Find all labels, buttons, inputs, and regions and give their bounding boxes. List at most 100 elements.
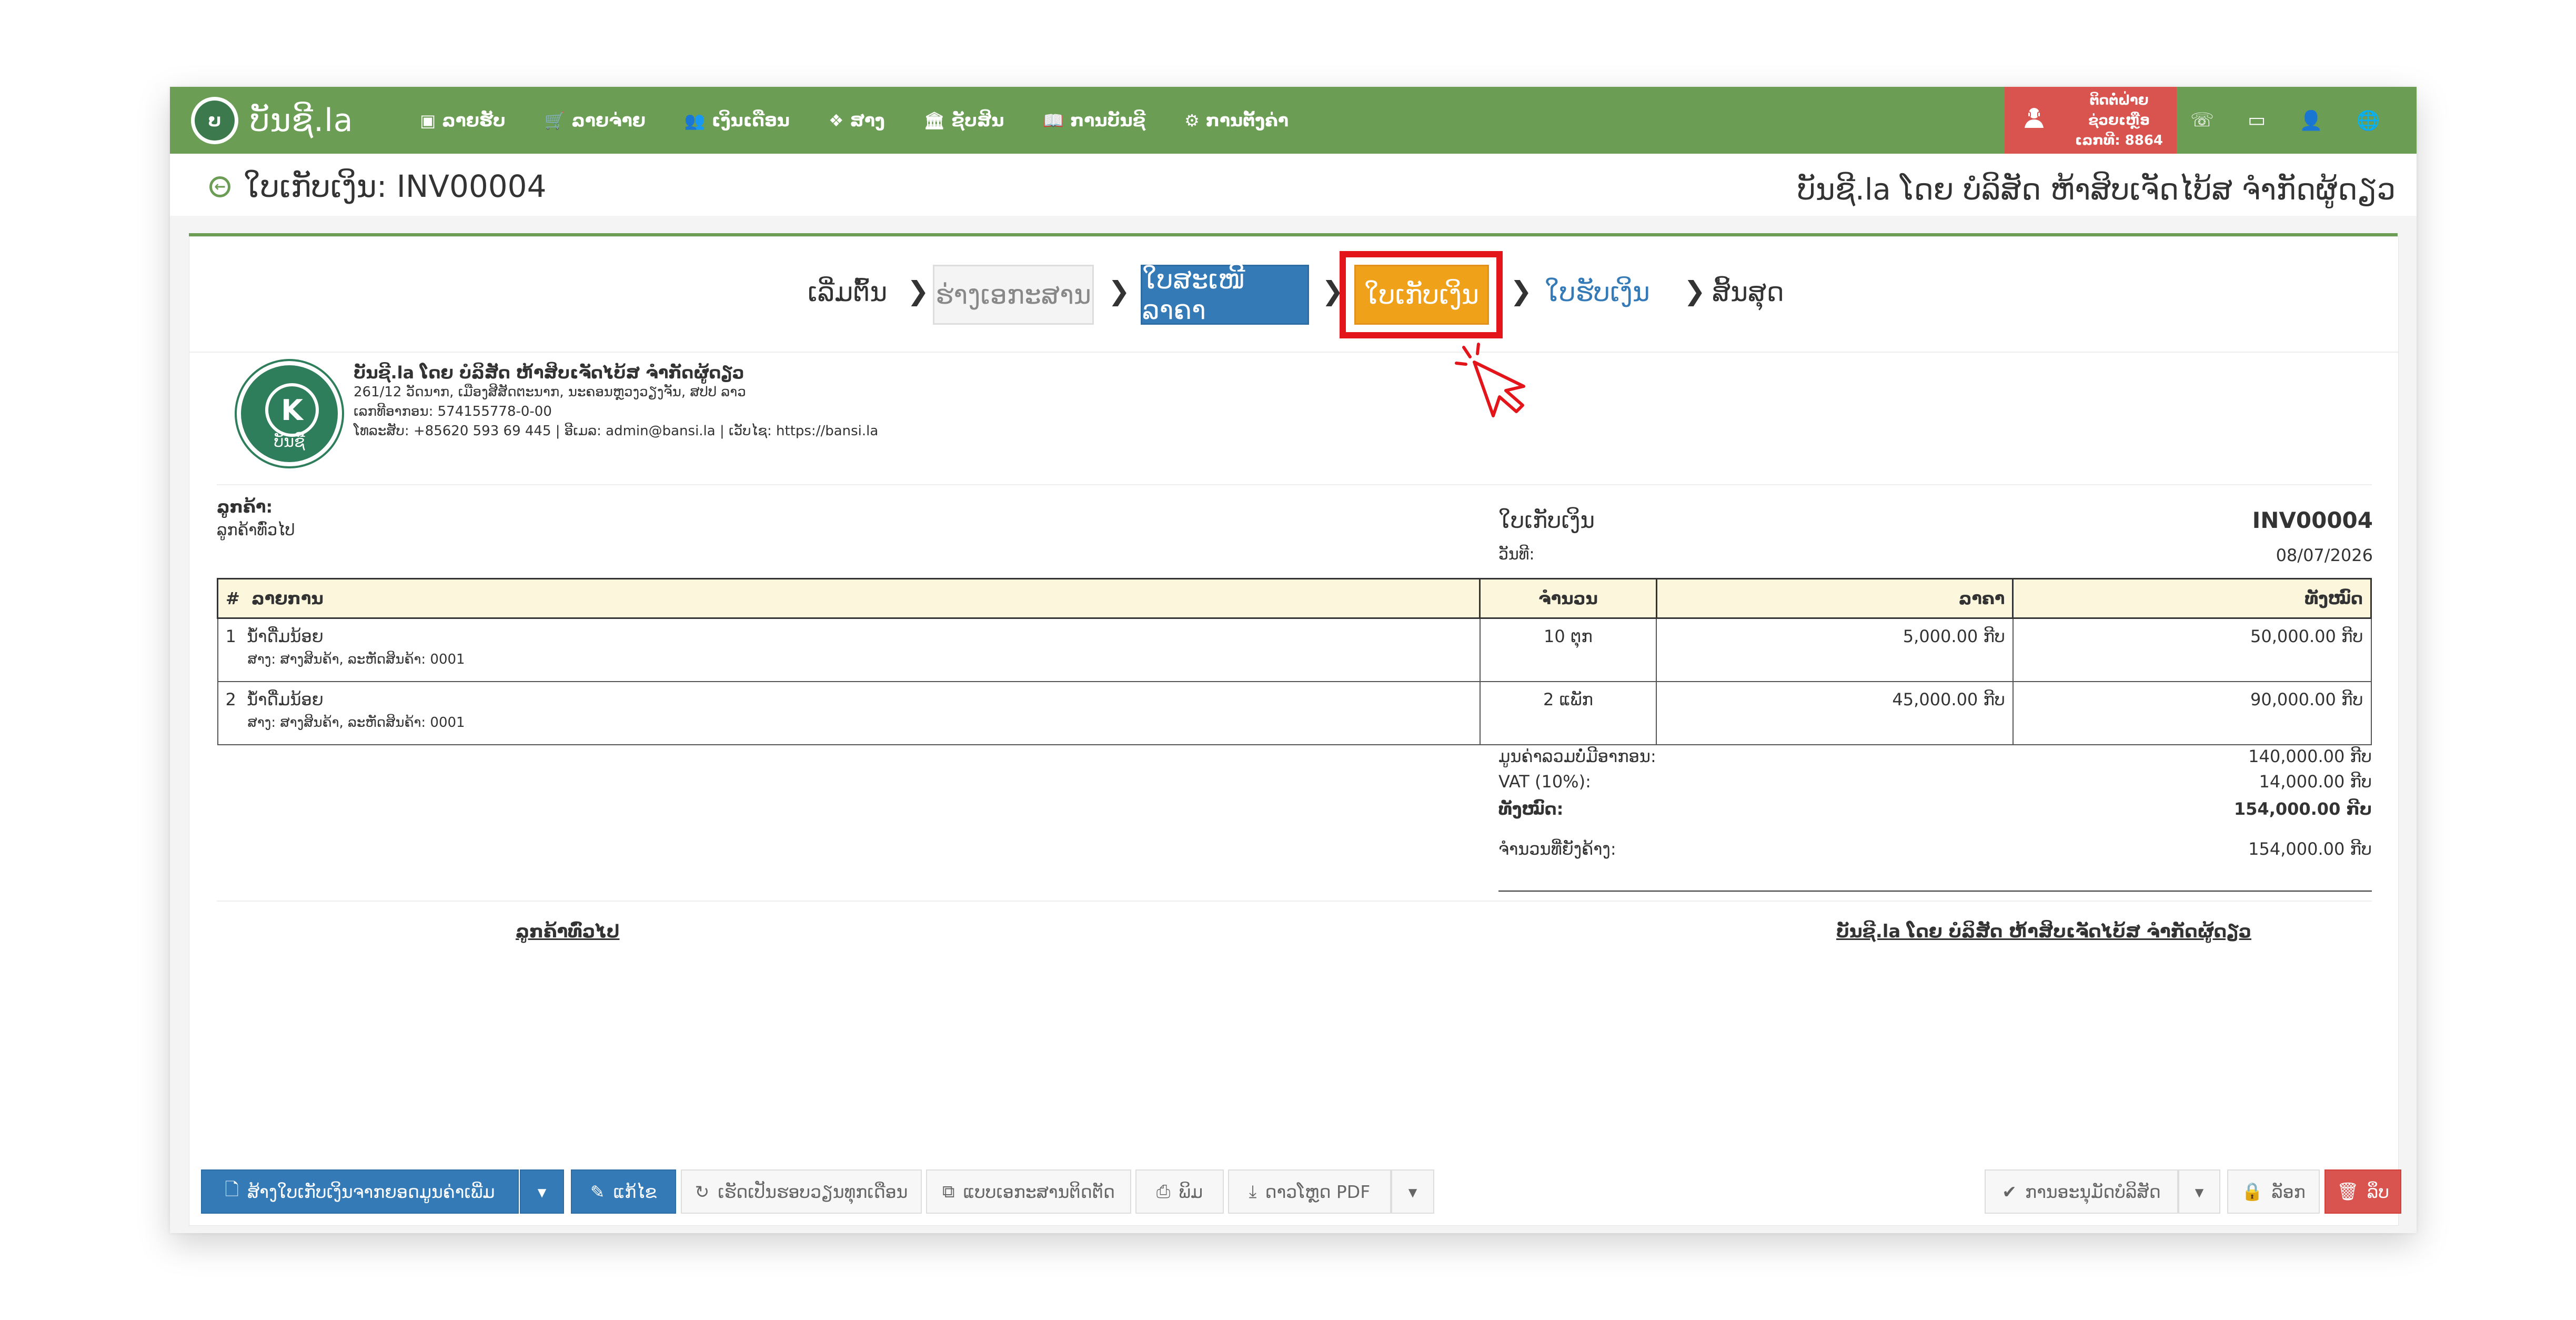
divider xyxy=(217,484,2372,485)
top-navbar: ບ ບັນຊີ.la ▣ ລາຍຮັບ 🛒 ລາຍຈ່າຍ 👥 ເງິນເດືອ… xyxy=(170,87,2417,154)
check-icon: ✔ xyxy=(2002,1181,2017,1202)
back-arrow-icon[interactable]: ← xyxy=(209,176,230,197)
date-label: ວັນທີ: xyxy=(1498,545,1535,564)
cart-icon: 🛒 xyxy=(544,110,566,131)
divider xyxy=(217,901,2372,902)
vat-row: VAT (10%): 14,000.00 ກີບ xyxy=(1498,772,2372,792)
outstanding-row: ຈຳນວນທີ່ຍັງຄ້າງ: 154,000.00 ກີບ xyxy=(1498,839,2372,859)
whatsapp-icon[interactable]: ☏ xyxy=(2190,109,2214,131)
nav-right-icons: ☏ ▭ 👤 🌐 xyxy=(2190,87,2414,154)
action-toolbar: 🗋 ສ້າງໃບເກັບເງິນຈາກຍອດມູນຄ່າເພີ່ມ ▾ ✎ ແກ… xyxy=(189,1169,2401,1214)
item-qty: 2 ແພັກ xyxy=(1479,681,1657,745)
approve-button[interactable]: ✔ ການອະນຸມັດບໍລິສັດ xyxy=(1985,1169,2178,1214)
nav-inventory[interactable]: ❖ ສາງ xyxy=(829,110,885,131)
pdf-dropdown[interactable]: ▾ xyxy=(1391,1169,1434,1214)
table-row: 1 ນ້ຳດື່ມນ້ອຍ ສາງ: ສາງສິນຄ້າ, ລະຫັດສິນຄ້… xyxy=(217,617,2372,682)
highlight-box xyxy=(1340,251,1503,338)
support-agent-icon xyxy=(2022,106,2046,135)
header-total: ທັງໝົດ xyxy=(2012,578,2372,619)
edit-button[interactable]: ✎ ແກ້ໄຂ xyxy=(571,1169,676,1214)
globe-icon[interactable]: 🌐 xyxy=(2357,109,2380,132)
users-icon: 👥 xyxy=(684,110,706,131)
items-table: # ລາຍການ ຈຳນວນ ລາຄາ ທັງໝົດ 1 ນ້ຳດື່ມນ້ອຍ… xyxy=(216,578,2372,745)
item-price: 45,000.00 ກີບ xyxy=(1656,681,2014,745)
delete-button[interactable]: 🗑 ລຶບ xyxy=(2325,1169,2401,1214)
title-bar: ← ໃບເກັບເງິນ: INV00004 ບັນຊີ.la ໂດຍ ບໍລິ… xyxy=(170,154,2417,216)
company-name: ບັນຊີ.la ໂດຍ ບໍລິສັດ ຫ້າສິບເຈັດໄບ້ສ ຈຳກັ… xyxy=(354,363,744,383)
company-address: 261/12 ວັດນາກ, ເມືອງສີສັດຕະນາກ, ນະຄອນຫຼວ… xyxy=(354,384,746,400)
company-header: ບັນຊີ.la ໂດຍ ບໍລິສັດ ຫ້າສິບເຈັດໄບ້ສ ຈຳກັ… xyxy=(1797,173,2396,207)
recurring-button[interactable]: ↻ ເຮັດເປັນຮອບວຽນທຸກເດືອນ xyxy=(681,1169,922,1214)
trash-icon: 🗑 xyxy=(2337,1181,2359,1202)
item-name: ນ້ຳດື່ມນ້ອຍ xyxy=(247,626,324,646)
nav-income[interactable]: ▣ ລາຍຮັບ xyxy=(420,110,506,131)
file-icon: 🗋 xyxy=(225,1179,239,1199)
step-end: ສິ້ນສຸດ xyxy=(1712,277,1784,307)
nav-accounting[interactable]: 📖 ການບັນຊີ xyxy=(1043,110,1145,131)
company-tax-id: ເລກທີອາກອນ: 574155778-0-00 xyxy=(354,404,552,419)
header-item: # ລາຍການ xyxy=(216,578,1481,619)
copy-template-button[interactable]: ⧉ ແບບເອກະສານຕິດຕັດ xyxy=(926,1169,1131,1214)
user-icon[interactable]: 👤 xyxy=(2299,109,2323,132)
invoice-card: ເລີ່ມຕົ້ນ ❯ ຮ່າງເອກະສານ ❯ ໃບສະເໜີລາຄາ ❯ … xyxy=(189,236,2401,1226)
table-header-row: # ລາຍການ ຈຳນວນ ລາຄາ ທັງໝົດ xyxy=(216,578,2372,619)
header-price: ລາຄາ xyxy=(1655,578,2014,619)
workflow-steps: ເລີ່ມຕົ້ນ ❯ ຮ່າງເອກະສານ ❯ ໃບສະເໜີລາຄາ ❯ … xyxy=(189,237,2398,353)
grand-total-row: ທັງໝົດ: 154,000.00 ກີບ xyxy=(1498,799,2372,819)
date-value: 08/07/2026 xyxy=(2276,545,2373,565)
lock-icon: 🔒 xyxy=(2241,1181,2263,1202)
item-price: 5,000.00 ກີບ xyxy=(1656,617,2014,682)
customer-name: ລູກຄ້າທົ່ວໄປ xyxy=(217,521,295,539)
nav-payroll[interactable]: 👥 ເງິນເດືອນ xyxy=(685,110,790,131)
create-receipt-button[interactable]: 🗋 ສ້າງໃບເກັບເງິນຈາກຍອດມູນຄ່າເພີ່ມ xyxy=(201,1169,519,1214)
item-detail: ສາງ: ສາງສິນຄ້າ, ລະຫັດສິນຄ້າ: 0001 xyxy=(247,652,465,667)
item-total: 50,000.00 ກີບ xyxy=(2012,617,2372,682)
chevron-right-icon: ❯ xyxy=(1510,276,1532,306)
main-menu: ▣ ລາຍຮັບ 🛒 ລາຍຈ່າຍ 👥 ເງິນເດືອນ ❖ ສາງ 🏛 ຊ… xyxy=(420,87,1327,154)
bank-icon: 🏛 xyxy=(923,110,945,131)
book-icon: 📖 xyxy=(1043,110,1064,131)
refresh-icon: ↻ xyxy=(695,1181,710,1202)
app-window: ບ ບັນຊີ.la ▣ ລາຍຮັບ 🛒 ລາຍຈ່າຍ 👥 ເງິນເດືອ… xyxy=(170,87,2417,1233)
nav-settings[interactable]: ⚙ ການຕັ້ງຄ່າ xyxy=(1184,110,1289,131)
company-logo: K ບັນຊີ xyxy=(237,361,342,466)
document-type: ໃບເກັບເງິນ xyxy=(1498,507,1595,533)
support-button[interactable]: ຕິດຕໍ່ຝ່າຍຊ່ວຍເຫຼືອ ເລກທີ: 8864 xyxy=(2005,87,2177,154)
item-qty: 10 ຕຸກ xyxy=(1479,617,1657,682)
customer-label: ລູກຄ້າ: xyxy=(217,497,273,517)
chevron-right-icon: ❯ xyxy=(1684,276,1706,306)
edit-icon: ✎ xyxy=(590,1181,605,1202)
step-draft[interactable]: ຮ່າງເອກະສານ xyxy=(933,265,1094,325)
step-quotation[interactable]: ໃບສະເໜີລາຄາ xyxy=(1141,264,1309,325)
document-number: INV00004 xyxy=(2252,507,2373,533)
lock-button[interactable]: 🔒 ລັອກ xyxy=(2227,1169,2320,1214)
caret-down-icon: ▾ xyxy=(537,1181,547,1202)
item-detail: ສາງ: ສາງສິນຄ້າ, ລະຫັດສິນຄ້າ: 0001 xyxy=(247,715,465,731)
brand-name: ບັນຊີ.la xyxy=(250,102,354,139)
download-pdf-button[interactable]: ⤓ ດາວໂຫຼດ PDF xyxy=(1228,1169,1391,1214)
page-title: ໃບເກັບເງິນ: INV00004 xyxy=(244,168,547,204)
brand[interactable]: ບ ບັນຊີ.la xyxy=(191,94,354,147)
brand-logo: ບ xyxy=(191,97,238,144)
step-receipt[interactable]: ໃບຮັບເງິນ xyxy=(1545,268,1650,316)
credit-card-icon[interactable]: ▭ xyxy=(2248,109,2266,131)
item-total: 90,000.00 ກີບ xyxy=(2012,681,2372,745)
total-rule xyxy=(1498,891,2372,892)
copy-icon: ⧉ xyxy=(942,1181,955,1202)
header-qty: ຈຳນວນ xyxy=(1479,578,1657,619)
table-row: 2 ນ້ຳດື່ມນ້ອຍ ສາງ: ສາງສິນຄ້າ, ລະຫັດສິນຄ້… xyxy=(217,681,2372,745)
create-receipt-dropdown[interactable]: ▾ xyxy=(520,1169,564,1214)
gears-icon: ⚙ xyxy=(1184,110,1200,131)
chevron-right-icon: ❯ xyxy=(1108,276,1130,306)
step-start: ເລີ່ມຕົ້ນ xyxy=(808,277,888,307)
print-button[interactable]: ⎙ ພິມ xyxy=(1135,1169,1224,1214)
caret-down-icon: ▾ xyxy=(1408,1181,1417,1202)
subtotal-row: ມູນຄ່າລວມບໍ່ມີອາກອນ: 140,000.00 ກີບ xyxy=(1498,746,2372,766)
approve-dropdown[interactable]: ▾ xyxy=(2178,1169,2220,1214)
company-signature: ບັນຊີ.la ໂດຍ ບໍລິສັດ ຫ້າສິບເຈັດໄບ້ສ ຈຳກັ… xyxy=(1836,921,2251,942)
caret-down-icon: ▾ xyxy=(2195,1181,2204,1202)
print-icon: ⎙ xyxy=(1156,1181,1171,1202)
money-icon: ▣ xyxy=(420,110,436,131)
nav-assets[interactable]: 🏛 ຊັບສິນ xyxy=(924,110,1004,131)
nav-expense[interactable]: 🛒 ລາຍຈ່າຍ xyxy=(545,110,646,131)
